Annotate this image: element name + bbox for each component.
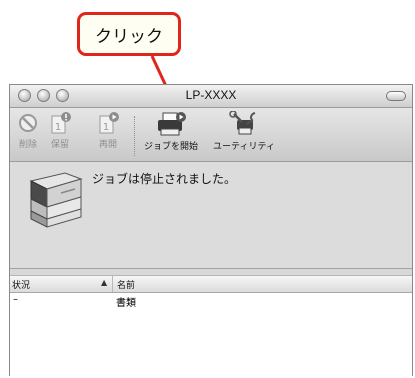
- job-list-header: 状況 ▲ 名前: [10, 275, 412, 293]
- job-name: 書類: [116, 298, 136, 309]
- resume-button[interactable]: 1 再開: [94, 111, 122, 150]
- status-message: ジョブは停止されました。: [92, 172, 237, 186]
- column-header-name[interactable]: 名前: [117, 278, 135, 291]
- printer-play-icon: [158, 112, 186, 136]
- delete-button[interactable]: 削除: [14, 111, 42, 150]
- svg-text:1: 1: [55, 122, 61, 133]
- hold-icon: 1: [51, 112, 71, 134]
- hold-label: 保留: [50, 140, 69, 150]
- utility-label: ユーティリティ: [213, 142, 275, 152]
- utility-icon: [229, 111, 256, 135]
- column-divider[interactable]: [112, 276, 113, 292]
- toolbar-toggle-button[interactable]: [386, 91, 406, 101]
- start-jobs-label: ジョブを開始: [143, 142, 198, 152]
- svg-text:1: 1: [103, 122, 109, 133]
- job-list: 状況 ▲ 名前 – 書類: [10, 275, 412, 376]
- utility-button[interactable]: ユーティリティ: [208, 111, 280, 152]
- delete-label: 削除: [18, 140, 37, 150]
- sort-ascending-icon[interactable]: ▲: [101, 278, 107, 287]
- job-row[interactable]: – 書類: [10, 293, 412, 309]
- job-status: –: [13, 294, 18, 305]
- toolbar-separator: [134, 116, 135, 156]
- print-queue-window: LP-XXXX 削除 1 保留 1 再開 ジョブを開始 ユーティリティ ジョブは…: [9, 84, 413, 376]
- column-header-status[interactable]: 状況: [12, 278, 30, 291]
- title-bar[interactable]: LP-XXXX: [10, 85, 412, 108]
- toolbar: 削除 1 保留 1 再開 ジョブを開始 ユーティリティ: [10, 108, 412, 162]
- resume-label: 再開: [98, 140, 117, 150]
- delete-icon: [19, 114, 37, 132]
- window-title: LP-XXXX: [185, 88, 237, 102]
- resume-icon: 1: [99, 112, 119, 134]
- printer-image: [29, 172, 83, 228]
- start-jobs-button[interactable]: ジョブを開始: [141, 111, 201, 152]
- hold-button[interactable]: 1 保留: [46, 111, 74, 150]
- status-pane: ジョブは停止されました。: [10, 162, 412, 269]
